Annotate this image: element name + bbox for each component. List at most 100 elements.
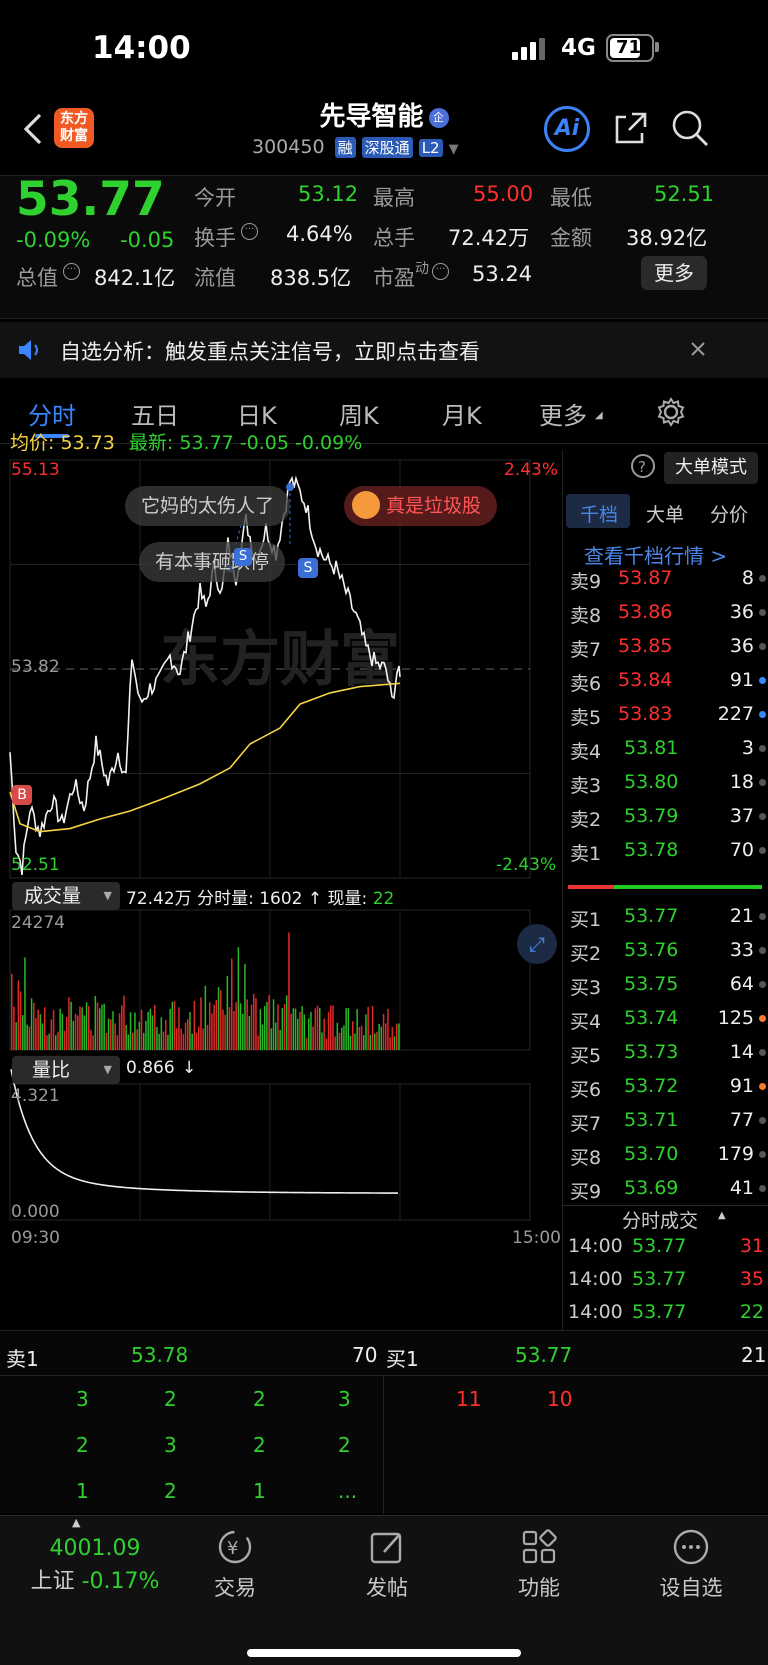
info-icon[interactable]: ··· [63,263,80,280]
notice-bar[interactable]: 自选分析：触发重点关注信号，立即点击查看 [0,322,768,378]
info-icon[interactable]: ··· [241,223,258,240]
level-volume: 70 [729,839,754,861]
ticks-title[interactable]: 分时成交 [622,1206,698,1233]
nav-post[interactable]: 发帖 [332,1526,442,1602]
level-price: 53.79 [624,805,679,827]
volume-indicator-select[interactable]: 成交量 ▼ [12,882,120,910]
volume-bar [151,1015,154,1050]
orderbook-row[interactable]: 买4 53.74 125 [562,1004,768,1034]
network-type: 4G [561,35,596,61]
big-order-mode-label: 大单模式 [675,457,747,478]
settings-gear-icon[interactable] [655,396,687,428]
close-icon[interactable] [689,340,707,358]
volume-bar [171,1001,174,1050]
comment-text: 它妈的太伤人了 [141,495,275,517]
market-index-widget[interactable]: 4001.09 上证 -0.17% [20,1536,170,1595]
more-button-label: 更多 [654,261,694,285]
sell-queue-order: 1 [253,1479,266,1503]
tab-monthly-k[interactable]: 月K [442,396,482,431]
nav-trade-label: 交易 [214,1576,256,1600]
volume-bar [363,1035,365,1050]
tab-big-orders[interactable]: 大单 [646,500,684,527]
tab-more[interactable]: 更多 [539,396,587,431]
search-icon[interactable] [670,108,710,148]
orderbook-row[interactable]: 买9 53.69 41 [562,1174,768,1204]
comment-bubble[interactable]: 有本事砸跌停 [139,542,286,582]
volume-bar [134,1012,136,1050]
orderbook-row[interactable]: 卖5 53.83 227 [562,700,768,730]
orderbook-row[interactable]: 买8 53.70 179 [562,1140,768,1170]
float-label: 流值 [194,266,236,290]
orderbook-row[interactable]: 买6 53.72 91 [562,1072,768,1102]
volume-bar [321,1032,323,1050]
ai-button[interactable]: Ai [544,106,590,152]
level-label: 买7 [570,1113,602,1135]
low-value: 52.51 [654,182,715,206]
orderbook-row[interactable]: 卖3 53.80 18 [562,768,768,798]
orderbook-row[interactable]: 买7 53.71 77 [562,1106,768,1136]
buy-marker[interactable]: B [12,785,32,805]
order-flag-icon [759,711,766,718]
orderbook-row[interactable]: 买2 53.76 33 [562,936,768,966]
open-value: 53.12 [298,182,359,206]
level-label: 卖3 [570,775,602,797]
mktcap-value: 842.1亿 [94,266,176,290]
level-price: 53.73 [624,1041,679,1063]
volume-bar [116,1035,119,1050]
sell-marker[interactable]: S [298,558,318,578]
time-axis-end: 15:00 [512,1228,561,1248]
sell-queue-order: 2 [76,1433,89,1457]
tab-price-distribution[interactable]: 分价 [710,500,748,527]
tick-price: 53.77 [632,1235,687,1257]
nav-add-watchlist[interactable]: 设自选 [636,1526,746,1602]
chevron-down-icon: ▼ [103,889,112,902]
orderbook-row[interactable]: 卖4 53.81 3 [562,734,768,764]
orderbook-row[interactable]: 买5 53.73 14 [562,1038,768,1068]
comment-bubble[interactable]: 真是垃圾股 [344,486,498,526]
orderbook-row[interactable]: 卖6 53.84 91 [562,666,768,696]
orderbook-row[interactable]: 买1 53.77 21 [562,902,768,932]
volume-bar [389,1037,391,1050]
sell-marker[interactable]: S [234,548,252,566]
pe-superscript: 动 [415,261,429,277]
tab-daily-k[interactable]: 日K [237,396,277,431]
bid-ask-ratio-buy [614,885,762,889]
queue-sell-total: 70 [352,1343,378,1367]
stock-code-row[interactable]: 300450 融 深股通 L2 ▼ [252,136,459,158]
average-price-line [9,682,401,833]
volume-bar [281,1008,284,1050]
tab-intraday[interactable]: 分时 [28,396,76,431]
orderbook-row[interactable]: 买3 53.75 64 [562,970,768,1000]
orderbook-row[interactable]: 卖8 53.86 36 [562,598,768,628]
nav-trade[interactable]: ¥ 交易 [180,1526,290,1602]
nav-functions[interactable]: 功能 [484,1526,594,1602]
orderbook-row[interactable]: 卖9 53.87 8 [562,564,768,594]
time-axis-start: 09:30 [11,1228,60,1248]
volume-bar [156,1026,158,1050]
orderbook-row[interactable]: 卖1 53.78 70 [562,836,768,866]
big-order-mode-button[interactable]: 大单模式 [664,452,758,484]
help-icon[interactable]: ? [630,453,660,483]
tab-weekly-k[interactable]: 周K [339,396,379,431]
more-button[interactable]: 更多 [641,256,707,290]
ratio-indicator-select[interactable]: 量比 ▼ [12,1056,120,1084]
tab-depth[interactable]: 千档 [580,500,618,527]
comment-bubble[interactable]: 它妈的太伤人了 [125,486,291,526]
orderbook-row[interactable]: 卖7 53.85 36 [562,632,768,662]
volume-bar [343,1025,345,1050]
minute-volume-value: 1602 [259,889,303,909]
order-flag-icon [759,677,766,684]
info-icon[interactable]: ··· [432,263,449,280]
edit-icon [370,1532,402,1564]
level-volume: 125 [717,1007,754,1029]
expand-icon[interactable]: ⤢ [517,924,557,964]
volume-bar [319,1008,321,1050]
orderbook-row[interactable]: 卖2 53.79 37 [562,802,768,832]
level-volume: 36 [729,601,754,623]
speaker-icon [19,340,38,360]
ratio-selector-label: 量比 [32,1059,71,1081]
share-icon[interactable] [612,109,650,147]
tab-five-day[interactable]: 五日 [131,396,179,431]
volume-bar [99,1008,101,1050]
volume-bar [198,1026,200,1050]
